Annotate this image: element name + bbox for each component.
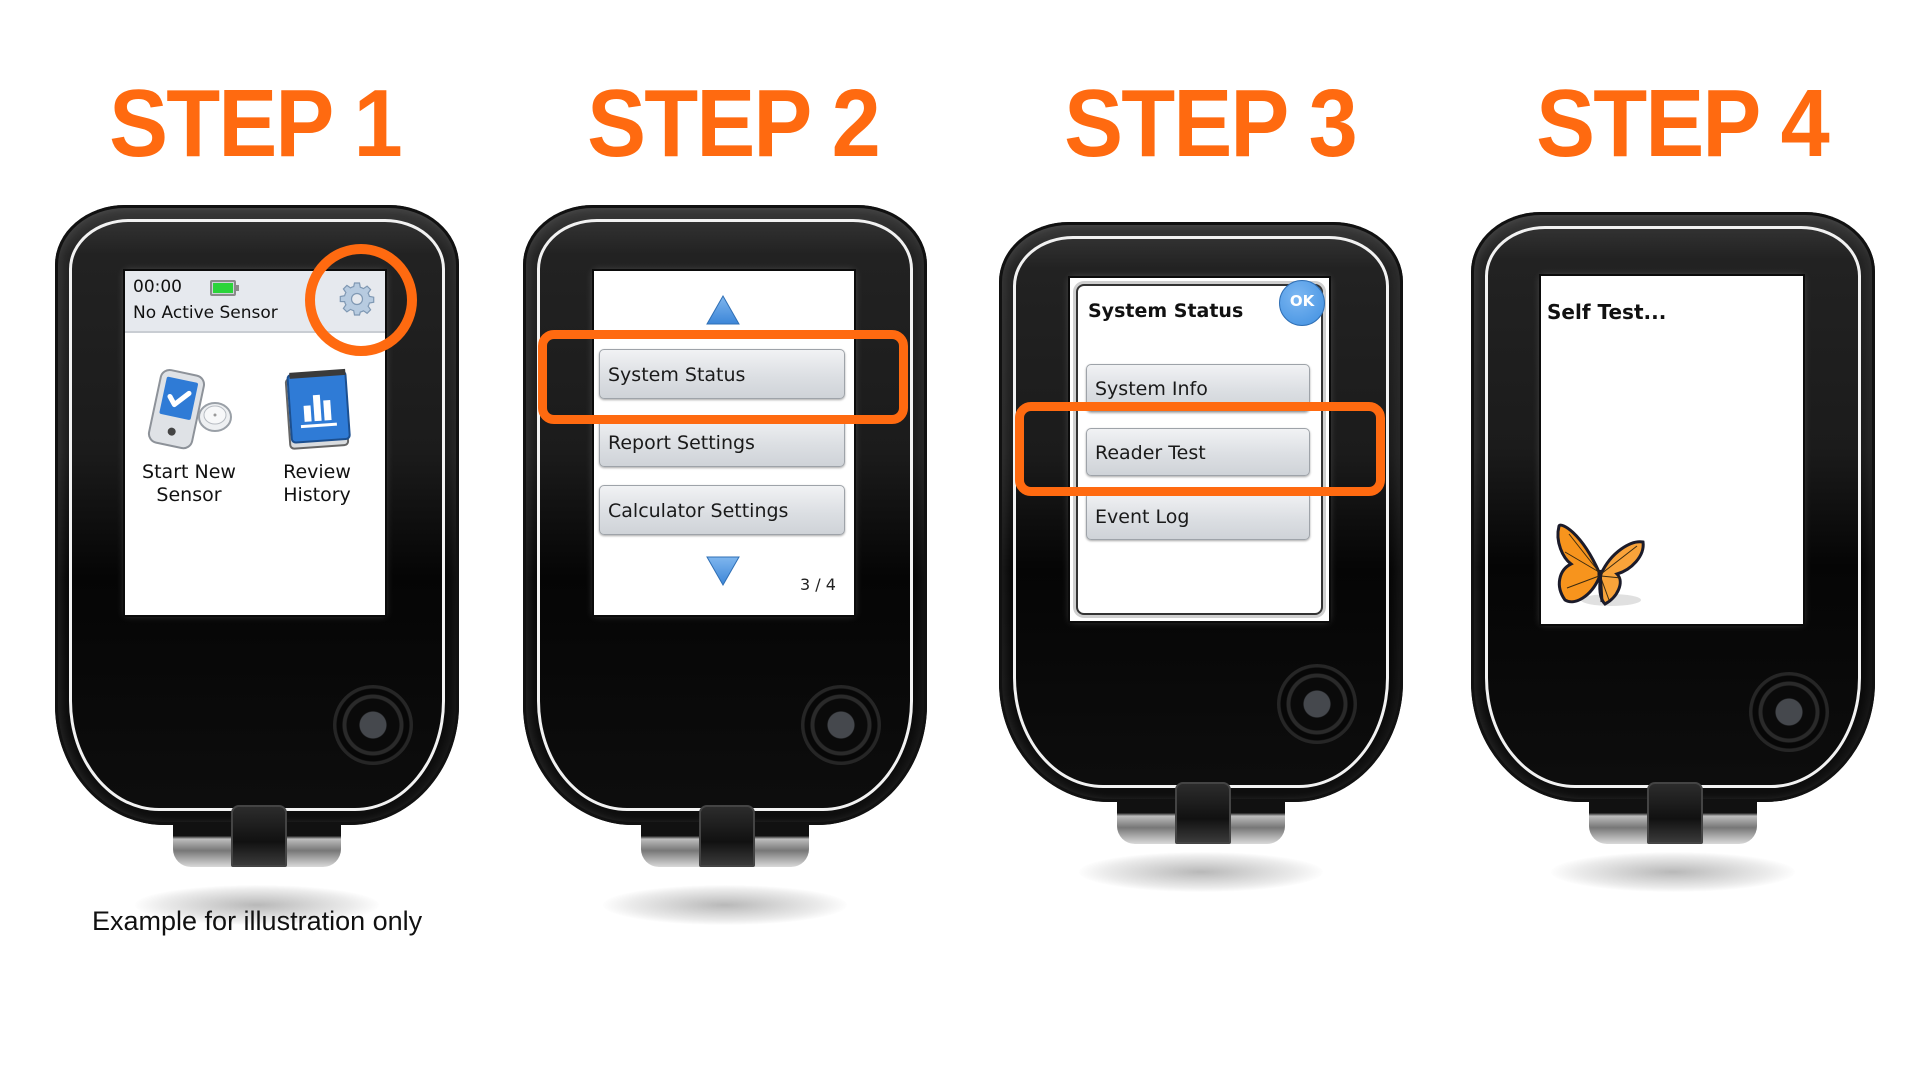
battery-charging-icon (210, 280, 239, 296)
tile-label-line1: Review (283, 461, 351, 483)
tile-label-line2: Sensor (156, 484, 222, 506)
screen-step-2: System Status Report Settings Calculator… (594, 271, 854, 615)
highlight-system-status (538, 330, 908, 424)
device-shadow (1551, 852, 1795, 892)
usb-port (1647, 782, 1703, 844)
clock-time: 00:00 (133, 277, 182, 297)
step-3-label: STEP 3 (1064, 70, 1358, 177)
illustration-disclaimer: Example for illustration only (92, 906, 423, 936)
highlight-reader-test (1015, 402, 1385, 496)
home-button[interactable] (1277, 664, 1357, 744)
step-1-label: STEP 1 (109, 70, 403, 177)
step-2-label: STEP 2 (587, 70, 881, 177)
step-4-label: STEP 4 (1536, 70, 1830, 177)
home-button[interactable] (333, 685, 413, 765)
history-notebook-icon (284, 368, 351, 450)
menu-item-calculator-settings[interactable]: Calculator Settings (599, 485, 845, 535)
usb-port (231, 805, 287, 867)
screen-step-4: Self Test... (1541, 276, 1803, 624)
highlight-settings-circle (305, 244, 417, 356)
usb-port (699, 805, 755, 867)
butterfly-icon (1556, 523, 1645, 606)
page-indicator: 3 / 4 (800, 575, 836, 594)
down-arrow-icon[interactable] (706, 556, 740, 586)
tile-label-line2: History (283, 484, 351, 506)
menu-item-event-log[interactable]: Event Log (1086, 492, 1310, 540)
usb-port (1175, 782, 1231, 844)
review-history-tile[interactable]: Review History (257, 367, 377, 507)
device-shadow (603, 885, 847, 925)
tile-label-line1: Start New (142, 461, 236, 483)
self-test-message: Self Test... (1547, 300, 1667, 324)
reader-sensor-icon (147, 369, 232, 450)
menu-item-report-settings[interactable]: Report Settings (599, 417, 845, 467)
dialog-title: System Status (1088, 300, 1244, 322)
up-arrow-icon[interactable] (706, 295, 740, 325)
home-button[interactable] (1749, 672, 1829, 752)
sensor-status: No Active Sensor (133, 303, 278, 323)
home-button[interactable] (801, 685, 881, 765)
device-shadow (1079, 852, 1323, 892)
start-new-sensor-tile[interactable]: Start New Sensor (129, 367, 249, 507)
ok-button[interactable]: OK (1279, 280, 1325, 326)
